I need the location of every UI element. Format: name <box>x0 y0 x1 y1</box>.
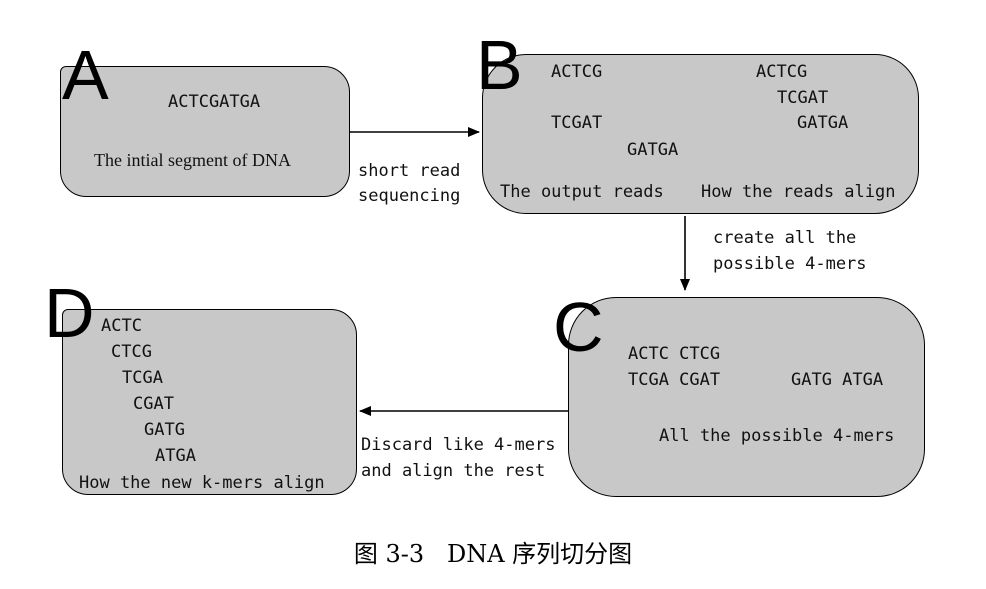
dna-segmentation-figure: A ACTCGATGA The intial segment of DNA B … <box>0 0 986 589</box>
arrow-c-d-label-2: and align the rest <box>361 461 546 481</box>
arrow-a-b-label-2: sequencing <box>358 186 461 206</box>
arrow-c-d-label-1: Discard like 4-mers <box>361 435 556 455</box>
figure-caption: 图 3-3 DNA 序列切分图 <box>353 540 633 568</box>
arrow-layer <box>350 127 690 416</box>
arrow-a-b-label-1: short read <box>358 161 461 181</box>
arrow-b-c-label-2: possible 4-mers <box>713 254 867 274</box>
arrow-b-c-label-1: create all the <box>713 228 857 248</box>
